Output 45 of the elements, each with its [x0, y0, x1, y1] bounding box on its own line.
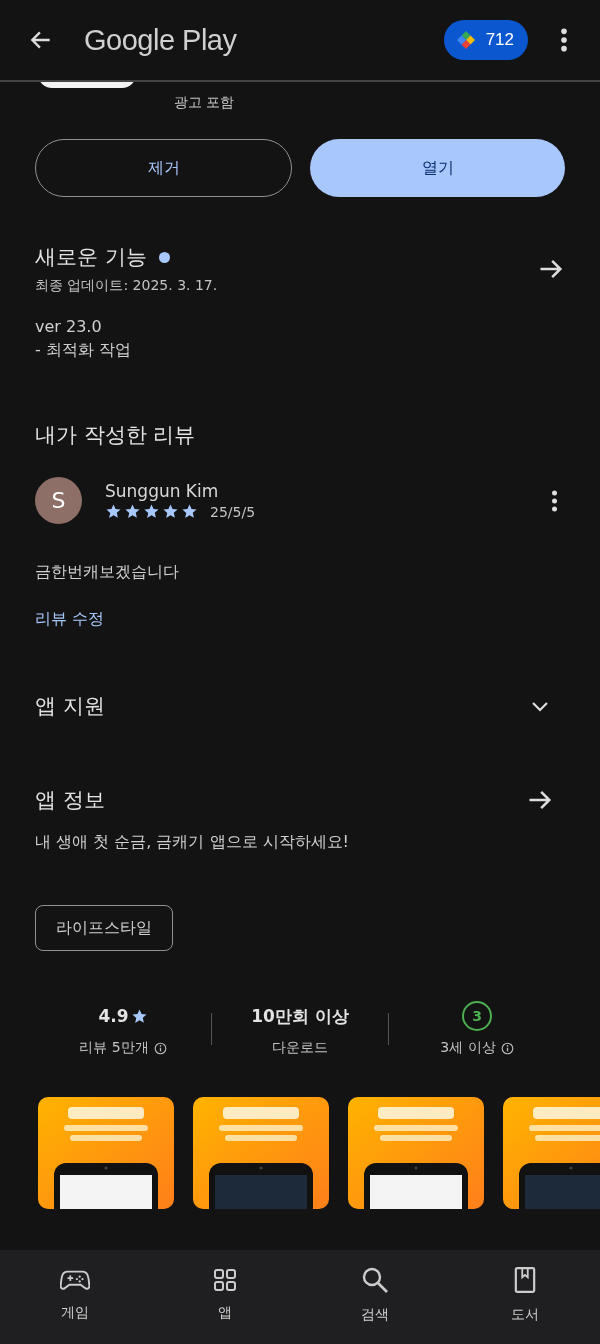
star-icon — [181, 503, 198, 520]
diamond-icon — [455, 30, 476, 50]
app-description: 내 생애 첫 순금, 금캐기 앱으로 시작하세요! — [34, 831, 350, 853]
ads-note: 광고 포함 — [174, 94, 235, 112]
star-icon — [105, 503, 122, 520]
points-count: 712 — [485, 30, 514, 50]
more-options-icon[interactable] — [560, 27, 568, 53]
info-icon[interactable] — [500, 1041, 514, 1055]
new-dot-icon — [158, 251, 170, 263]
reviewer-name: Sunggun Kim — [105, 481, 220, 501]
category-chip[interactable]: 라이프스타일 — [35, 905, 173, 951]
stat-label: 다운로드 — [272, 1039, 328, 1057]
star-icon — [162, 503, 179, 520]
bookmark-book-icon — [514, 1266, 536, 1294]
nav-tab[interactable]: 검색 — [300, 1250, 450, 1344]
section-title: 앱 지원 — [35, 693, 105, 720]
info-icon[interactable] — [153, 1041, 167, 1055]
star-icon — [124, 503, 141, 520]
nav-tab[interactable]: 앱 — [150, 1250, 300, 1344]
stat-label: 3세 이상 — [440, 1039, 496, 1057]
apps-grid-icon — [213, 1268, 237, 1292]
star-icon — [143, 503, 160, 520]
points-badge[interactable]: 712 — [443, 20, 528, 60]
open-button[interactable]: 열기 — [310, 139, 565, 197]
stat-label: 리뷰 5만개 — [79, 1039, 149, 1057]
review-text: 금한번캐보겠습니다 — [34, 561, 180, 583]
gamepad-icon — [60, 1268, 90, 1292]
edit-review-link[interactable]: 리뷰 수정 — [0, 583, 140, 630]
section-title: 내가 작성한 리뷰 — [34, 422, 197, 449]
app-title: Google Play — [84, 23, 237, 57]
release-note: ver 23.0 — [35, 317, 103, 336]
nav-tab[interactable]: 도서 — [450, 1250, 600, 1344]
release-note: - 최적화 작업 — [35, 340, 132, 361]
update-date: 최종 업데이트: 2025. 3. 17. — [35, 277, 218, 295]
more-options-icon[interactable] — [551, 488, 558, 513]
age-rating-badge: 3 — [462, 1001, 492, 1031]
download-count: 10만회 이상 — [251, 1004, 349, 1028]
section-title: 새로운 기능 — [35, 244, 147, 271]
section-title: 앱 정보 — [35, 787, 105, 814]
review-date: 25/5/5 — [210, 503, 256, 520]
nav-tab[interactable]: 게임 — [0, 1250, 150, 1344]
avatar: S — [35, 477, 82, 524]
search-icon — [361, 1266, 389, 1294]
rating-value: 4.9 — [98, 1006, 129, 1026]
star-icon — [130, 1007, 148, 1025]
